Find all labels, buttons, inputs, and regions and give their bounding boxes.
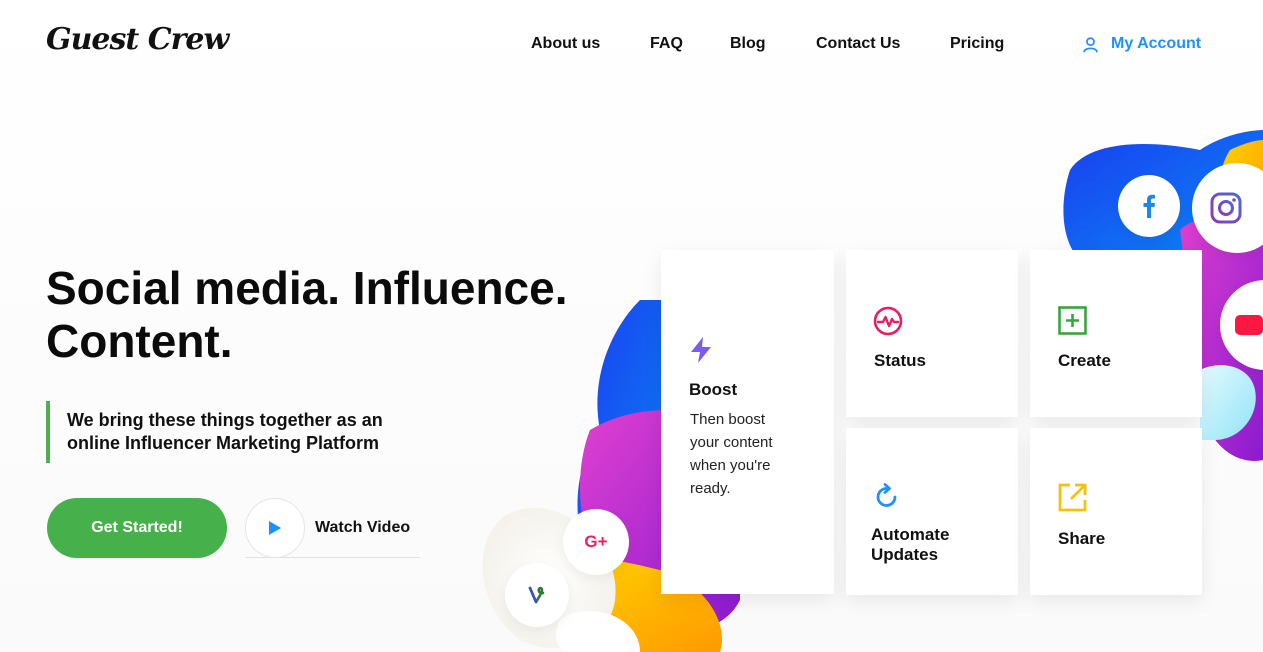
feature-card-create[interactable]: Create: [1030, 250, 1202, 417]
feature-status-title: Status: [874, 351, 926, 370]
nav-contact-us[interactable]: Contact Us: [816, 35, 900, 53]
boost-desc-line-3: when you're: [690, 457, 771, 474]
feature-card-automate[interactable]: Automate Updates: [846, 428, 1018, 595]
google-plus-bubble[interactable]: G+: [563, 509, 629, 575]
vine-bubble[interactable]: [505, 563, 569, 627]
instagram-icon: [1210, 192, 1242, 224]
share-icon: [1058, 483, 1087, 512]
feature-share-title: Share: [1058, 529, 1106, 548]
hero-title: Social media. Influence. Content.: [46, 262, 646, 368]
hero-tagline-line-2: online Influencer Marketing Platform: [67, 433, 380, 453]
watch-video-label: Watch Video: [315, 518, 411, 536]
refresh-icon: [876, 483, 897, 507]
hero-title-line-2: Content.: [46, 315, 233, 367]
automate-title-line-1: Automate: [871, 525, 950, 544]
vine-icon: [528, 586, 545, 604]
boost-desc-line-2: your content: [690, 434, 773, 451]
hero-tagline: We bring these things together as an onl…: [46, 401, 426, 463]
boost-desc-line-1: Then boost: [690, 411, 766, 428]
youtube-icon: [1235, 315, 1263, 335]
pulse-icon: [873, 306, 903, 336]
my-account-link[interactable]: My Account: [1082, 35, 1201, 53]
hero-tagline-line-1: We bring these things together as an: [67, 410, 383, 430]
feature-card-boost[interactable]: Boost Then boost your content when you'r…: [661, 250, 834, 594]
feature-boost-description: Then boost your content when you're read…: [690, 408, 810, 500]
feature-automate-title: Automate Updates: [871, 525, 949, 565]
watch-video-button[interactable]: Watch Video: [245, 497, 420, 558]
feature-card-share[interactable]: Share: [1030, 428, 1202, 595]
user-icon: [1083, 36, 1098, 52]
play-icon: [269, 520, 281, 535]
lightning-icon: [691, 337, 711, 363]
facebook-bubble[interactable]: [1118, 175, 1180, 237]
facebook-icon: [1143, 194, 1155, 218]
hero-title-line-1: Social media. Influence.: [46, 262, 568, 314]
get-started-button[interactable]: Get Started!: [47, 498, 227, 558]
feature-card-status[interactable]: Status: [846, 250, 1018, 417]
play-button[interactable]: [245, 497, 305, 558]
boost-desc-line-4: ready.: [690, 480, 731, 497]
add-square-icon: [1058, 306, 1087, 335]
google-plus-icon: G+: [584, 532, 608, 551]
nav-about-us[interactable]: About us: [531, 35, 600, 53]
site-header: Guest Crew About us FAQ Blog Contact Us …: [0, 0, 1263, 90]
my-account-label: My Account: [1111, 35, 1202, 52]
nav-blog[interactable]: Blog: [730, 35, 766, 53]
feature-create-title: Create: [1058, 351, 1111, 370]
guest-crew-logo[interactable]: Guest Crew: [46, 22, 229, 57]
nav-pricing[interactable]: Pricing: [950, 35, 1004, 53]
nav-faq[interactable]: FAQ: [650, 35, 683, 53]
feature-boost-title: Boost: [689, 380, 738, 399]
automate-title-line-2: Updates: [871, 545, 939, 564]
